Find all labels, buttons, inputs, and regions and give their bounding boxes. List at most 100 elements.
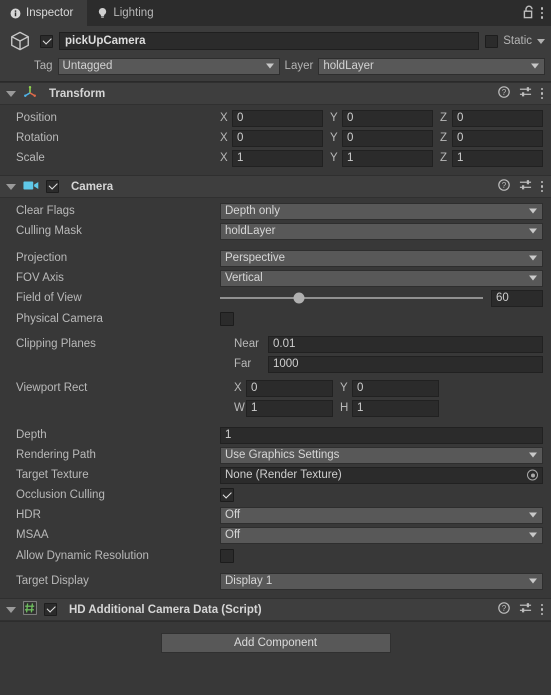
lock-open-icon[interactable] bbox=[523, 5, 535, 22]
help-icon[interactable]: ? bbox=[497, 86, 510, 101]
gameobject-name-input[interactable]: pickUpCamera bbox=[59, 32, 480, 50]
component-header-transform[interactable]: Transform ? bbox=[0, 82, 551, 105]
occlusion-culling-checkbox[interactable] bbox=[220, 488, 234, 502]
help-icon[interactable]: ? bbox=[497, 179, 510, 194]
gameobject-tag-layer-row: Tag Untagged Layer holdLayer bbox=[6, 57, 545, 75]
kebab-menu-icon[interactable] bbox=[540, 180, 543, 193]
clear-flags-value: Depth only bbox=[225, 205, 280, 217]
clear-flags-dropdown[interactable]: Depth only bbox=[220, 202, 543, 220]
static-group: Static bbox=[485, 34, 545, 48]
preset-settings-icon[interactable] bbox=[519, 86, 532, 101]
info-icon bbox=[10, 8, 21, 19]
static-label: Static bbox=[503, 35, 532, 47]
object-picker-icon[interactable] bbox=[527, 469, 538, 481]
component-header-hd-additional-camera-data[interactable]: HD Additional Camera Data (Script) ? bbox=[0, 598, 551, 621]
foldout-arrow-icon[interactable] bbox=[6, 183, 16, 190]
position-y-input[interactable]: 0 bbox=[342, 109, 433, 127]
scale-z-input[interactable]: 1 bbox=[452, 149, 543, 167]
clipping-near-input[interactable]: 0.01 bbox=[268, 335, 543, 353]
slider-handle[interactable] bbox=[293, 292, 305, 304]
clipping-far-input[interactable]: 1000 bbox=[268, 355, 543, 373]
viewport-y-label: Y bbox=[340, 382, 348, 394]
script-hash-icon bbox=[23, 601, 37, 618]
tab-lighting[interactable]: Lighting bbox=[87, 0, 167, 26]
component-header-camera[interactable]: Camera ? bbox=[0, 175, 551, 198]
chevron-down-icon bbox=[529, 532, 537, 538]
rotation-y-input[interactable]: 0 bbox=[342, 129, 433, 147]
tag-dropdown[interactable]: Untagged bbox=[57, 57, 280, 75]
axis-x-label: X bbox=[220, 112, 228, 124]
foldout-arrow-icon[interactable] bbox=[6, 606, 16, 613]
camera-row-clipping-near: Clipping Planes Near 0.01 bbox=[8, 335, 543, 353]
rendering-path-dropdown[interactable]: Use Graphics Settings bbox=[220, 446, 543, 464]
tab-bar-tools bbox=[523, 0, 551, 26]
allow-dynamic-resolution-checkbox[interactable] bbox=[220, 549, 234, 563]
projection-dropdown[interactable]: Perspective bbox=[220, 249, 543, 267]
static-checkbox[interactable] bbox=[485, 34, 499, 48]
svg-text:?: ? bbox=[501, 181, 506, 190]
tab-inspector[interactable]: Inspector bbox=[0, 0, 88, 26]
rotation-x-input[interactable]: 0 bbox=[232, 129, 323, 147]
kebab-menu-icon[interactable] bbox=[540, 87, 543, 100]
kebab-menu-icon[interactable] bbox=[540, 603, 543, 616]
preset-settings-icon[interactable] bbox=[519, 602, 532, 617]
viewport-h-input[interactable]: 1 bbox=[352, 399, 439, 417]
gameobject-enabled-checkbox[interactable] bbox=[40, 34, 53, 48]
axis-y-label: Y bbox=[330, 112, 338, 124]
inspector-footer: Add Component bbox=[0, 621, 551, 695]
camera-enabled-checkbox[interactable] bbox=[46, 180, 59, 193]
component-tools: ? bbox=[497, 602, 543, 617]
scale-y-input[interactable]: 1 bbox=[342, 149, 433, 167]
camera-row-culling-mask: Culling Mask holdLayer bbox=[8, 222, 543, 240]
component-title-camera: Camera bbox=[71, 180, 114, 193]
field-of-view-slider[interactable] bbox=[220, 290, 491, 307]
camera-row-viewport-wh: W1 H1 bbox=[8, 399, 543, 417]
projection-value: Perspective bbox=[225, 252, 286, 264]
tag-value: Untagged bbox=[62, 60, 113, 72]
preset-settings-icon[interactable] bbox=[519, 179, 532, 194]
chevron-down-icon bbox=[529, 255, 537, 261]
static-dropdown-caret-icon[interactable] bbox=[537, 38, 545, 44]
target-display-label: Target Display bbox=[16, 575, 89, 587]
msaa-dropdown[interactable]: Off bbox=[220, 526, 543, 544]
physical-camera-label: Physical Camera bbox=[16, 313, 103, 325]
position-z-input[interactable]: 0 bbox=[452, 109, 543, 127]
rotation-z-input[interactable]: 0 bbox=[452, 129, 543, 147]
viewport-w-input[interactable]: 1 bbox=[246, 399, 333, 417]
fov-axis-dropdown[interactable]: Vertical bbox=[220, 269, 543, 287]
position-x-input[interactable]: 0 bbox=[232, 109, 323, 127]
layer-dropdown[interactable]: holdLayer bbox=[318, 57, 545, 75]
target-texture-object-field[interactable]: None (Render Texture) bbox=[220, 466, 543, 484]
help-icon[interactable]: ? bbox=[497, 602, 510, 617]
add-component-button[interactable]: Add Component bbox=[160, 633, 391, 653]
camera-row-physical-camera: Physical Camera bbox=[8, 309, 543, 329]
viewport-y-input[interactable]: 0 bbox=[352, 379, 439, 397]
target-display-value: Display 1 bbox=[225, 575, 273, 587]
hdr-dropdown[interactable]: Off bbox=[220, 506, 543, 524]
tab-bar: Inspector Lighting bbox=[0, 0, 551, 26]
scale-x-input[interactable]: 1 bbox=[232, 149, 323, 167]
chevron-down-icon bbox=[531, 63, 539, 69]
foldout-arrow-icon[interactable] bbox=[6, 90, 16, 97]
layer-value: holdLayer bbox=[323, 60, 374, 72]
camera-icon bbox=[23, 180, 39, 194]
allow-dynamic-resolution-label: Allow Dynamic Resolution bbox=[16, 550, 149, 562]
kebab-menu-icon[interactable] bbox=[540, 7, 543, 19]
depth-input[interactable]: 1 bbox=[220, 426, 543, 444]
culling-mask-dropdown[interactable]: holdLayer bbox=[220, 222, 543, 240]
component-title-transform: Transform bbox=[49, 87, 106, 100]
target-texture-label: Target Texture bbox=[16, 469, 89, 481]
tab-inspector-label: Inspector bbox=[26, 7, 74, 19]
chevron-down-icon bbox=[529, 208, 537, 214]
chevron-down-icon bbox=[529, 275, 537, 281]
camera-row-target-texture: Target Texture None (Render Texture) bbox=[8, 466, 543, 484]
clear-flags-label: Clear Flags bbox=[16, 205, 75, 217]
position-label: Position bbox=[16, 112, 57, 124]
field-of-view-input[interactable]: 60 bbox=[491, 289, 543, 307]
physical-camera-checkbox[interactable] bbox=[220, 312, 234, 326]
hd-additional-camera-data-enabled-checkbox[interactable] bbox=[44, 603, 57, 616]
viewport-x-input[interactable]: 0 bbox=[246, 379, 333, 397]
camera-row-msaa: MSAA Off bbox=[8, 526, 543, 544]
target-display-dropdown[interactable]: Display 1 bbox=[220, 572, 543, 590]
